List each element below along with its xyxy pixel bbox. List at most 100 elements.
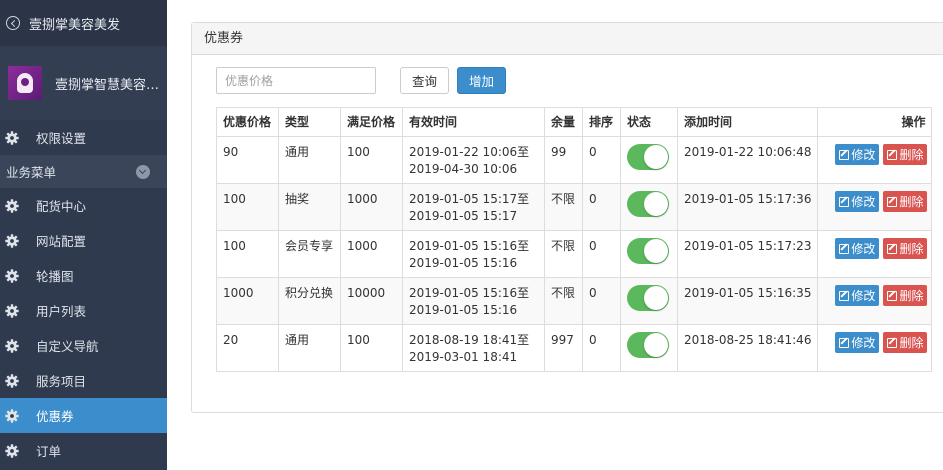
edit-icon xyxy=(887,149,898,160)
sidebar-item-5[interactable]: 服务项目 xyxy=(0,363,167,398)
edit-label: 修改 xyxy=(851,336,876,350)
valid-from: 2019-01-05 15:16至 xyxy=(409,286,530,300)
status-toggle[interactable] xyxy=(627,285,669,311)
sidebar-brand: 壹捌掌美容美发 xyxy=(0,0,167,46)
price-search-input[interactable] xyxy=(216,67,376,94)
edit-icon xyxy=(887,196,898,207)
column-header[interactable]: 余量 xyxy=(544,107,583,137)
sidebar-item-permission[interactable]: 权限设置 xyxy=(0,120,167,155)
sidebar-item-3[interactable]: 用户列表 xyxy=(0,293,167,328)
chevron-down-icon xyxy=(136,164,150,179)
cell-remain: 不限 xyxy=(544,230,583,278)
edit-icon xyxy=(839,149,850,160)
cell-added-time: 2019-01-05 15:17:23 xyxy=(676,230,819,278)
cell-remain: 不限 xyxy=(544,183,583,231)
status-toggle[interactable] xyxy=(627,191,669,217)
column-header[interactable]: 排序 xyxy=(582,107,621,137)
back-circle-icon[interactable] xyxy=(6,16,20,30)
cell-min-price: 100 xyxy=(340,136,403,184)
cell-min-price: 1000 xyxy=(340,183,403,231)
cell-valid-time: 2019-01-05 15:17至 2019-01-05 15:17 xyxy=(402,183,545,231)
sidebar-item-2[interactable]: 轮播图 xyxy=(0,258,167,293)
status-toggle[interactable] xyxy=(627,238,669,264)
query-button[interactable]: 查询 xyxy=(400,67,450,94)
cell-sort: 0 xyxy=(582,230,621,278)
column-header[interactable]: 状态 xyxy=(620,107,678,137)
gear-icon xyxy=(5,198,19,213)
gear-icon xyxy=(5,338,19,353)
table-row: 20 通用 100 2018-08-19 18:41至 2019-03-01 18:41… xyxy=(216,324,933,372)
cell-min-price: 1000 xyxy=(340,230,403,278)
cell-valid-time: 2019-01-05 15:16至 2019-01-05 15:16 xyxy=(402,277,545,325)
app-title: 壹捌掌美容美发 xyxy=(29,17,121,33)
sidebar-item-1[interactable]: 网站配置 xyxy=(0,223,167,258)
column-header[interactable]: 添加时间 xyxy=(676,107,819,137)
status-toggle[interactable] xyxy=(627,144,669,170)
cell-type: 通用 xyxy=(278,324,341,372)
avatar xyxy=(8,66,42,100)
cell-remain: 997 xyxy=(544,324,583,372)
edit-button[interactable]: 修改 xyxy=(835,238,880,259)
sidebar-nav-list: 配货中心网站配置 轮播图用户列表自定义导航服务项目 优惠券 订单 xyxy=(0,188,167,468)
valid-to: 2019-01-05 15:16 xyxy=(409,303,518,317)
cell-sort: 0 xyxy=(582,136,621,184)
edit-button[interactable]: 修改 xyxy=(835,332,880,353)
edit-label: 修改 xyxy=(851,289,876,303)
sidebar-item-label: 用户列表 xyxy=(36,304,87,319)
person-icon xyxy=(17,73,33,93)
delete-button[interactable]: 删除 xyxy=(883,285,928,306)
delete-label: 删除 xyxy=(899,148,924,162)
add-button[interactable]: 增加 xyxy=(457,67,507,94)
status-toggle[interactable] xyxy=(627,332,669,358)
gear-icon xyxy=(5,408,19,423)
sidebar-item-4[interactable]: 自定义导航 xyxy=(0,328,167,363)
toggle-knob xyxy=(644,286,668,310)
table-row: 1000 积分兑换 10000 2019-01-05 15:16至 2019-01-05… xyxy=(216,277,933,325)
edit-button[interactable]: 修改 xyxy=(835,144,880,165)
gear-icon xyxy=(5,130,19,145)
gear-icon xyxy=(5,303,19,318)
profile-card: 壹捌掌智慧美容… xyxy=(0,46,167,120)
cell-valid-time: 2019-01-05 15:16至 2019-01-05 15:16 xyxy=(402,230,545,278)
cell-status xyxy=(620,136,678,184)
cell-status xyxy=(620,230,678,278)
panel-title: 优惠券 xyxy=(192,23,943,55)
sidebar-section-label: 业务菜单 xyxy=(6,165,57,180)
profile-name: 壹捌掌智慧美容… xyxy=(55,77,160,93)
cell-status xyxy=(620,277,678,325)
sidebar-item-6[interactable]: 优惠券 xyxy=(0,398,167,433)
coupon-table: 优惠价格 类型 满足价格 有效时间 余量 排序 状态 添加时间 操作 90 通用 1… xyxy=(216,107,933,372)
sidebar-section-business[interactable]: 业务菜单 xyxy=(0,155,167,188)
column-header[interactable]: 类型 xyxy=(278,107,341,137)
delete-button[interactable]: 删除 xyxy=(883,191,928,212)
column-header: 操作 xyxy=(817,107,933,137)
edit-button[interactable]: 修改 xyxy=(835,285,880,306)
column-header[interactable]: 满足价格 xyxy=(340,107,403,137)
sidebar-item-0[interactable]: 配货中心 xyxy=(0,188,167,223)
sidebar-item-label: 权限设置 xyxy=(36,131,87,146)
cell-added-time: 2019-01-05 15:17:36 xyxy=(676,183,819,231)
sidebar-item-label: 配货中心 xyxy=(36,199,87,214)
sidebar-item-7[interactable]: 订单 xyxy=(0,433,167,468)
delete-button[interactable]: 删除 xyxy=(883,144,928,165)
edit-icon xyxy=(887,337,898,348)
edit-label: 修改 xyxy=(851,148,876,162)
delete-button[interactable]: 删除 xyxy=(883,332,928,353)
gear-icon xyxy=(5,233,19,248)
delete-button[interactable]: 删除 xyxy=(883,238,928,259)
sidebar: 壹捌掌美容美发 壹捌掌智慧美容… 权限设置 业务菜单 配货中心网站配置 轮播图用户… xyxy=(0,0,167,470)
sidebar-item-label: 自定义导航 xyxy=(36,339,99,354)
cell-added-time: 2019-01-22 10:06:48 xyxy=(676,136,819,184)
table-row: 100 会员专享 1000 2019-01-05 15:16至 2019-01-05 1… xyxy=(216,230,933,278)
cell-sort: 0 xyxy=(582,324,621,372)
edit-button[interactable]: 修改 xyxy=(835,191,880,212)
cell-added-time: 2019-01-05 15:16:35 xyxy=(676,277,819,325)
cell-valid-time: 2019-01-22 10:06至 2019-04-30 10:06 xyxy=(402,136,545,184)
cell-added-time: 2018-08-25 18:41:46 xyxy=(676,324,819,372)
column-header[interactable]: 有效时间 xyxy=(402,107,545,137)
cell-actions: 修改 删除 xyxy=(817,183,933,231)
edit-icon xyxy=(887,243,898,254)
column-header[interactable]: 优惠价格 xyxy=(216,107,279,137)
table-row: 90 通用 100 2019-01-22 10:06至 2019-04-30 10:06… xyxy=(216,136,933,184)
edit-icon xyxy=(887,290,898,301)
